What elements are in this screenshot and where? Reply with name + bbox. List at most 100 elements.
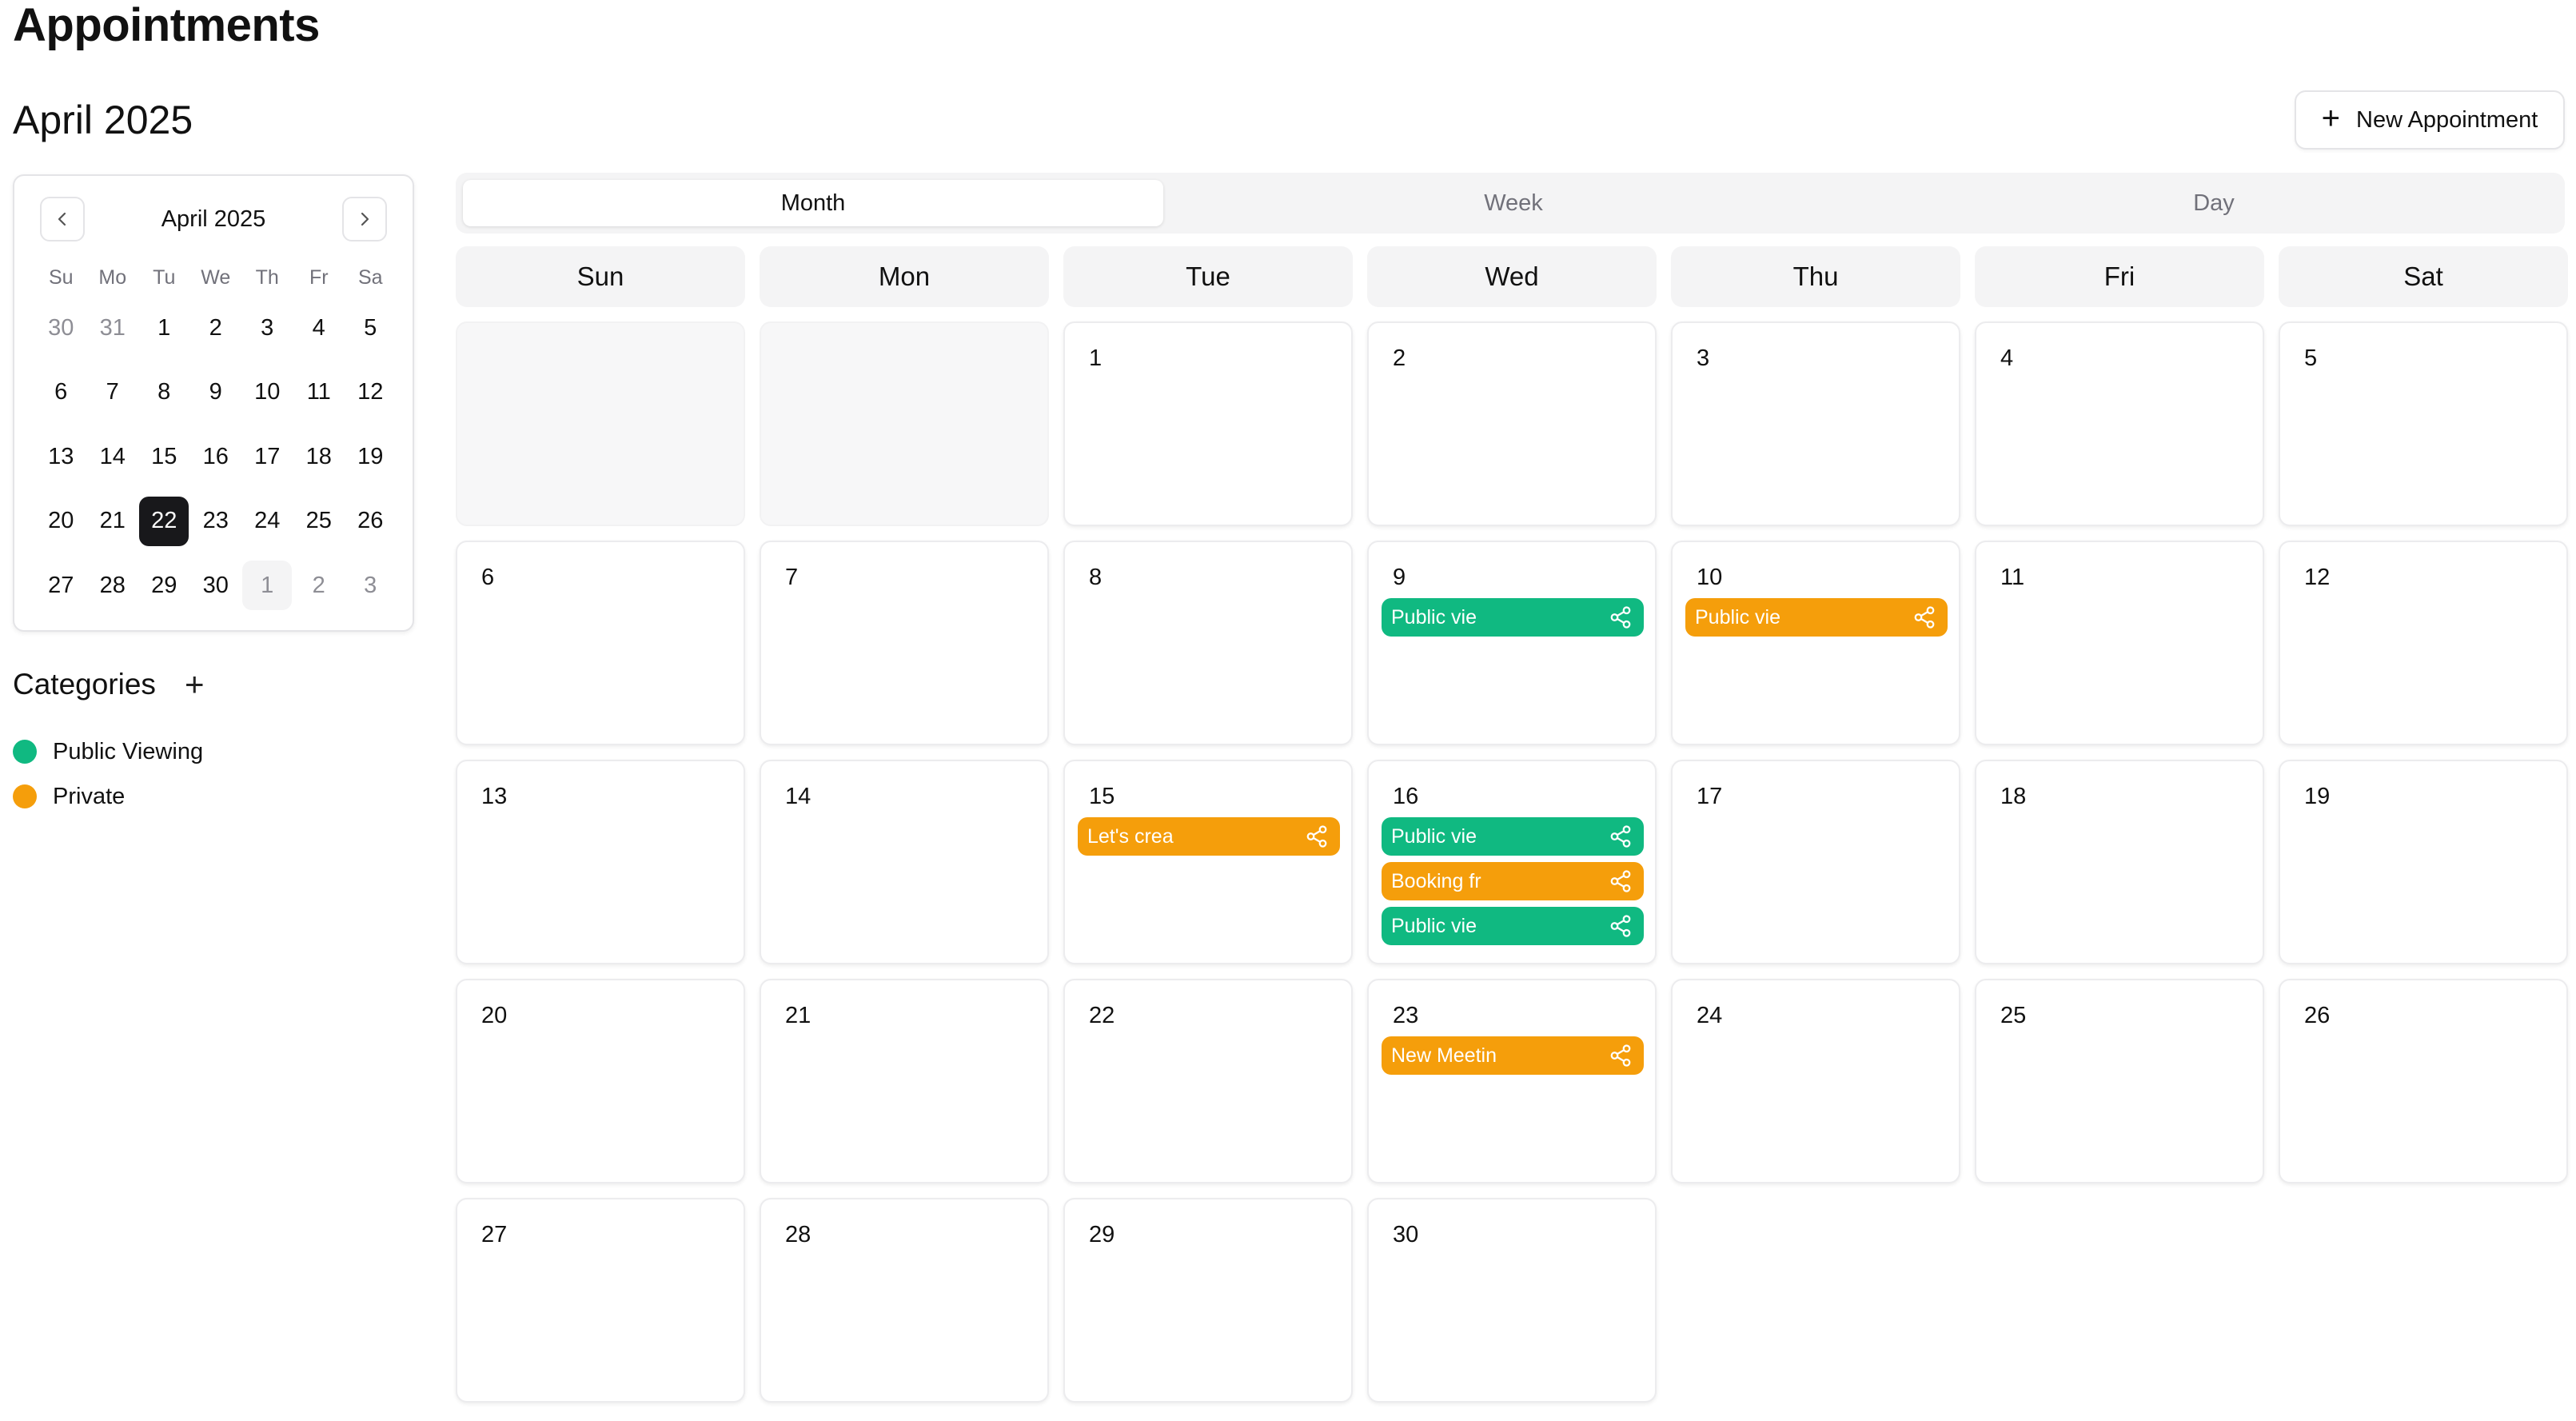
mini-day-number: 25 bbox=[305, 508, 332, 534]
event-chip[interactable]: New Meetin bbox=[1382, 1036, 1644, 1075]
calendar-day-cell[interactable]: 9 Public vie bbox=[1367, 541, 1657, 745]
share-icon[interactable] bbox=[1305, 824, 1329, 848]
calendar-day-cell[interactable]: 7 bbox=[760, 541, 1049, 745]
calendar-day-cell[interactable]: 20 bbox=[456, 979, 745, 1184]
mini-day[interactable]: 29 bbox=[138, 553, 190, 618]
weekday-header-wed: Wed bbox=[1367, 246, 1657, 307]
calendar-day-cell[interactable]: 29 bbox=[1063, 1198, 1353, 1403]
mini-day[interactable]: 8 bbox=[138, 361, 190, 425]
mini-day[interactable]: 1 bbox=[138, 296, 190, 361]
mini-day[interactable]: 16 bbox=[190, 425, 242, 489]
calendar-day-cell[interactable]: 16 Public vie Booking fr Public vie bbox=[1367, 760, 1657, 964]
mini-day[interactable]: 17 bbox=[241, 425, 293, 489]
calendar-day-cell[interactable]: 12 bbox=[2279, 541, 2568, 745]
mini-day[interactable]: 3 bbox=[241, 296, 293, 361]
calendar-day-cell[interactable]: 27 bbox=[456, 1198, 745, 1403]
share-icon[interactable] bbox=[1609, 1044, 1633, 1068]
event-title: Public vie bbox=[1695, 605, 1780, 629]
calendar-day-cell[interactable]: 17 bbox=[1671, 760, 1960, 964]
mini-day[interactable]: 9 bbox=[190, 361, 242, 425]
mini-day[interactable]: 19 bbox=[345, 425, 397, 489]
new-appointment-button[interactable]: + New Appointment bbox=[2295, 90, 2565, 150]
calendar-day-number: 28 bbox=[785, 1222, 811, 1247]
calendar-day-cell[interactable]: 24 bbox=[1671, 979, 1960, 1184]
tab-week[interactable]: Week bbox=[1163, 180, 1864, 226]
calendar-day-cell[interactable]: 8 bbox=[1063, 541, 1353, 745]
category-color-dot bbox=[13, 740, 37, 764]
mini-day[interactable]: 25 bbox=[293, 489, 345, 554]
calendar-day-number: 14 bbox=[785, 784, 811, 809]
mini-day[interactable]: 14 bbox=[87, 425, 139, 489]
mini-day-selected[interactable]: 22 bbox=[138, 489, 190, 554]
event-chip[interactable]: Public vie bbox=[1685, 598, 1948, 637]
calendar-day-cell[interactable]: 18 bbox=[1975, 760, 2264, 964]
calendar-day-cell[interactable]: 30 bbox=[1367, 1198, 1657, 1403]
calendar-day-cell[interactable]: 26 bbox=[2279, 979, 2568, 1184]
event-chip[interactable]: Public vie bbox=[1382, 817, 1644, 856]
mini-day[interactable]: 12 bbox=[345, 361, 397, 425]
calendar-day-cell[interactable]: 5 bbox=[2279, 321, 2568, 526]
mini-weekday-label: We bbox=[201, 265, 231, 289]
mini-day[interactable]: 5 bbox=[345, 296, 397, 361]
calendar-day-cell[interactable]: 23 New Meetin bbox=[1367, 979, 1657, 1184]
tab-day[interactable]: Day bbox=[1864, 180, 2564, 226]
mini-day[interactable]: 26 bbox=[345, 489, 397, 554]
mini-day[interactable]: 6 bbox=[35, 361, 87, 425]
calendar-day-cell[interactable]: 1 bbox=[1063, 321, 1353, 526]
calendar-day-cell[interactable]: 21 bbox=[760, 979, 1049, 1184]
event-chip[interactable]: Let's crea bbox=[1078, 817, 1340, 856]
category-item[interactable]: Public Viewing bbox=[13, 729, 203, 774]
mini-day[interactable]: 10 bbox=[241, 361, 293, 425]
calendar-day-cell[interactable]: 22 bbox=[1063, 979, 1353, 1184]
category-color-dot bbox=[13, 784, 37, 808]
share-icon[interactable] bbox=[1912, 605, 1936, 629]
mini-calendar-next-button[interactable] bbox=[342, 197, 387, 241]
tab-month[interactable]: Month bbox=[463, 180, 1163, 226]
mini-day[interactable]: 23 bbox=[190, 489, 242, 554]
share-icon[interactable] bbox=[1609, 869, 1633, 893]
event-chip[interactable]: Public vie bbox=[1382, 598, 1644, 637]
event-chip[interactable]: Booking fr bbox=[1382, 862, 1644, 900]
calendar-day-cell[interactable]: 19 bbox=[2279, 760, 2568, 964]
mini-day[interactable]: 11 bbox=[293, 361, 345, 425]
calendar-day-cell[interactable]: 13 bbox=[456, 760, 745, 964]
calendar-day-cell[interactable]: 11 bbox=[1975, 541, 2264, 745]
mini-day[interactable]: 2 bbox=[293, 553, 345, 618]
calendar-day-number: 18 bbox=[2000, 784, 2027, 809]
calendar-day-cell[interactable]: 25 bbox=[1975, 979, 2264, 1184]
calendar-day-cell[interactable]: 2 bbox=[1367, 321, 1657, 526]
event-title: Public vie bbox=[1391, 605, 1477, 629]
mini-day[interactable]: 15 bbox=[138, 425, 190, 489]
calendar-day-cell[interactable]: 10 Public vie bbox=[1671, 541, 1960, 745]
event-chip[interactable]: Public vie bbox=[1382, 907, 1644, 945]
calendar-day-cell[interactable]: 14 bbox=[760, 760, 1049, 964]
calendar-day-cell[interactable]: 6 bbox=[456, 541, 745, 745]
category-item[interactable]: Private bbox=[13, 774, 203, 819]
calendar-day-number: 22 bbox=[1089, 1003, 1115, 1028]
add-category-button[interactable]: + bbox=[185, 668, 205, 701]
mini-day[interactable]: 18 bbox=[293, 425, 345, 489]
mini-day[interactable]: 24 bbox=[241, 489, 293, 554]
mini-day[interactable]: 3 bbox=[345, 553, 397, 618]
mini-day[interactable]: 7 bbox=[87, 361, 139, 425]
share-icon[interactable] bbox=[1609, 605, 1633, 629]
calendar-day-cell[interactable]: 15 Let's crea bbox=[1063, 760, 1353, 964]
mini-day[interactable]: 30 bbox=[35, 296, 87, 361]
mini-day[interactable]: 2 bbox=[190, 296, 242, 361]
mini-day[interactable]: 20 bbox=[35, 489, 87, 554]
mini-day[interactable]: 28 bbox=[87, 553, 139, 618]
mini-day-number: 8 bbox=[158, 379, 171, 405]
calendar-day-cell[interactable]: 28 bbox=[760, 1198, 1049, 1403]
mini-day[interactable]: 27 bbox=[35, 553, 87, 618]
calendar-day-cell[interactable]: 4 bbox=[1975, 321, 2264, 526]
calendar-day-cell[interactable]: 3 bbox=[1671, 321, 1960, 526]
mini-day[interactable]: 13 bbox=[35, 425, 87, 489]
mini-day[interactable]: 31 bbox=[87, 296, 139, 361]
mini-day[interactable]: 1 bbox=[241, 553, 293, 618]
share-icon[interactable] bbox=[1609, 914, 1633, 938]
share-icon[interactable] bbox=[1609, 824, 1633, 848]
mini-day[interactable]: 21 bbox=[87, 489, 139, 554]
mini-day[interactable]: 4 bbox=[293, 296, 345, 361]
mini-day[interactable]: 30 bbox=[190, 553, 242, 618]
mini-day-number: 24 bbox=[254, 508, 281, 534]
